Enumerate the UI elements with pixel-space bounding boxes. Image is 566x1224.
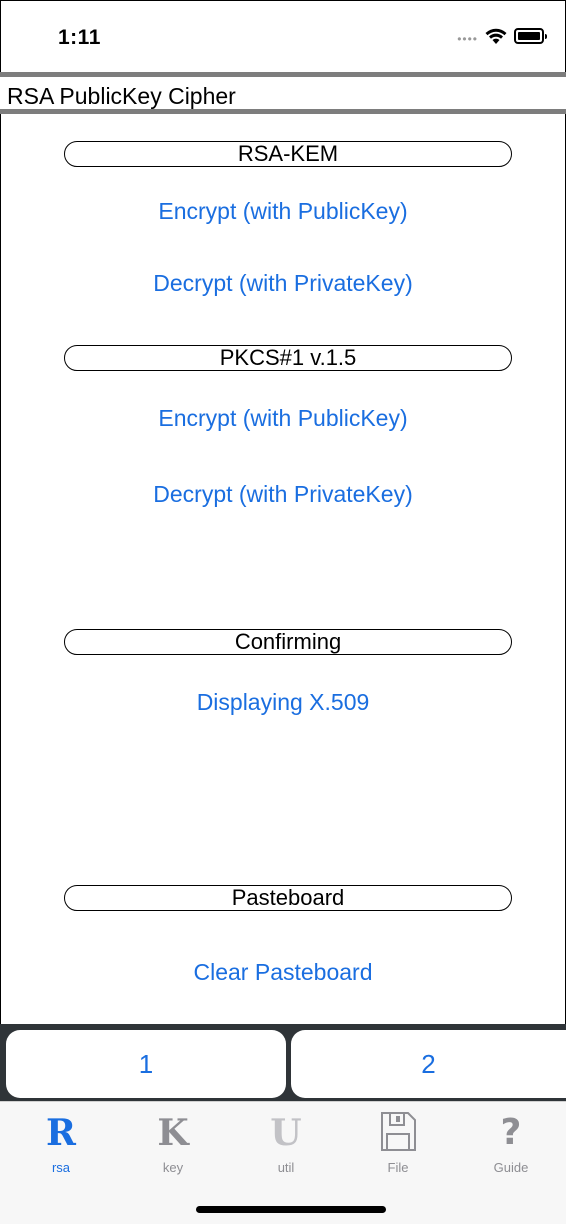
clear-pasteboard-button[interactable]: Clear Pasteboard — [0, 959, 566, 986]
tab-label-key: key — [162, 1160, 184, 1175]
tab-label-guide: Guide — [493, 1160, 529, 1175]
pkcs1-encrypt-button[interactable]: Encrypt (with PublicKey) — [0, 405, 566, 432]
tab-key[interactable]: K key — [133, 1110, 213, 1175]
util-icon: U — [270, 1112, 302, 1154]
section-header-rsa-kem: RSA-KEM — [64, 141, 512, 167]
section-header-pkcs1: PKCS#1 v.1.5 — [64, 345, 512, 371]
section-header-confirming: Confirming — [64, 629, 512, 655]
segment-2-button[interactable]: 2 — [291, 1030, 566, 1098]
displaying-x509-button[interactable]: Displaying X.509 — [0, 689, 566, 716]
pkcs1-decrypt-button[interactable]: Decrypt (with PrivateKey) — [0, 481, 566, 508]
signal-icon: •••• — [457, 32, 478, 46]
tab-label-file: File — [387, 1160, 409, 1175]
section-header-pasteboard: Pasteboard — [64, 885, 512, 911]
wifi-icon — [485, 28, 507, 44]
home-indicator — [196, 1206, 386, 1213]
segment-1-button[interactable]: 1 — [6, 1030, 286, 1098]
battery-icon — [514, 28, 547, 44]
key-icon: K — [157, 1112, 189, 1154]
rsa-kem-decrypt-button[interactable]: Decrypt (with PrivateKey) — [0, 270, 566, 297]
tab-label-rsa: rsa — [51, 1160, 71, 1175]
tab-label-util: util — [277, 1160, 295, 1175]
rsa-icon: R — [46, 1112, 76, 1154]
status-indicators: •••• — [457, 26, 547, 46]
rsa-kem-encrypt-button[interactable]: Encrypt (with PublicKey) — [0, 198, 566, 225]
tab-guide[interactable]: ? Guide — [471, 1110, 551, 1175]
tab-util[interactable]: U util — [246, 1110, 326, 1175]
tab-rsa[interactable]: R rsa — [21, 1110, 101, 1175]
page-title: RSA PublicKey Cipher — [7, 83, 236, 109]
tab-file[interactable]: File — [358, 1110, 438, 1175]
floppy-disk-icon — [358, 1110, 438, 1156]
status-time: 1:11 — [58, 26, 101, 49]
question-mark-icon: ? — [500, 1112, 522, 1153]
title-bar: RSA PublicKey Cipher — [0, 72, 566, 114]
status-bar: 1:11 •••• — [0, 0, 566, 74]
